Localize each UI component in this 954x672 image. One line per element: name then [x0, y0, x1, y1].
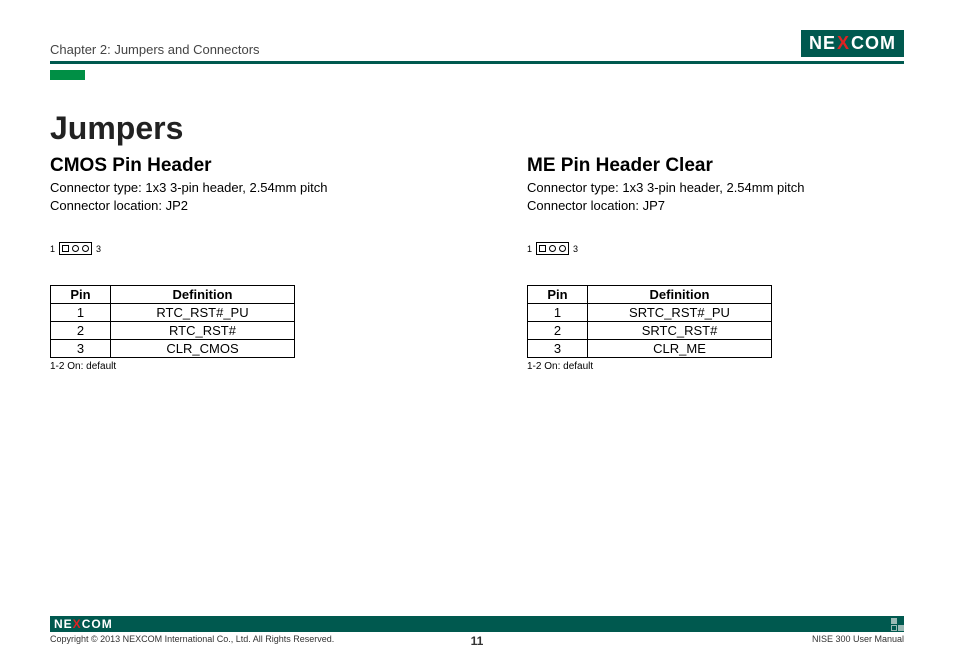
table-row: 1RTC_RST#_PU: [51, 304, 295, 322]
table-row: 2SRTC_RST#: [528, 322, 772, 340]
footer-bar: NEXCOM: [50, 616, 904, 632]
pin-square-icon: [62, 245, 69, 252]
pin-circle-icon: [559, 245, 566, 252]
me-heading: ME Pin Header Clear: [527, 155, 904, 177]
table-header-row: Pin Definition: [528, 286, 772, 304]
table-cell: RTC_RST#: [111, 322, 295, 340]
cmos-jumper-diagram: 1 3: [50, 242, 427, 255]
me-diagram-label-right: 3: [573, 244, 578, 254]
cmos-table: Pin Definition 1RTC_RST#_PU 2RTC_RST# 3C…: [50, 285, 295, 358]
table-cell: 3: [528, 340, 588, 358]
table-cell: RTC_RST#_PU: [111, 304, 295, 322]
chapter-title: Chapter 2: Jumpers and Connectors: [50, 42, 260, 57]
table-header-pin: Pin: [528, 286, 588, 304]
table-row: 3CLR_ME: [528, 340, 772, 358]
content-columns: CMOS Pin Header Connector type: 1x3 3-pi…: [50, 155, 904, 372]
page-title: Jumpers: [50, 110, 904, 147]
table-cell: CLR_ME: [588, 340, 772, 358]
jumper-box-icon: [59, 242, 92, 255]
manual-name: NISE 300 User Manual: [812, 634, 904, 644]
right-column: ME Pin Header Clear Connector type: 1x3 …: [527, 155, 904, 372]
footer-decoration-icon: [891, 618, 904, 631]
logo-text-prefix: NE: [809, 33, 836, 54]
me-spec-line1: Connector type: 1x3 3-pin header, 2.54mm…: [527, 179, 904, 197]
table-cell: 2: [51, 322, 111, 340]
logo-text-suffix: COM: [851, 33, 896, 54]
table-header-pin: Pin: [51, 286, 111, 304]
logo-text-prefix: NE: [54, 617, 73, 631]
page-number: 11: [471, 634, 484, 648]
cmos-diagram-label-left: 1: [50, 244, 55, 254]
page-header: Chapter 2: Jumpers and Connectors NEXCOM: [50, 30, 904, 64]
table-cell: SRTC_RST#_PU: [588, 304, 772, 322]
me-diagram-label-left: 1: [527, 244, 532, 254]
me-jumper-diagram: 1 3: [527, 242, 904, 255]
table-cell: 1: [528, 304, 588, 322]
pin-square-icon: [539, 245, 546, 252]
copyright-text: Copyright © 2013 NEXCOM International Co…: [50, 634, 334, 644]
table-row: 2RTC_RST#: [51, 322, 295, 340]
table-row: 1SRTC_RST#_PU: [528, 304, 772, 322]
me-table: Pin Definition 1SRTC_RST#_PU 2SRTC_RST# …: [527, 285, 772, 358]
cmos-spec-line1: Connector type: 1x3 3-pin header, 2.54mm…: [50, 179, 427, 197]
table-cell: 3: [51, 340, 111, 358]
table-cell: 2: [528, 322, 588, 340]
table-cell: 1: [51, 304, 111, 322]
logo-text-suffix: COM: [82, 617, 113, 631]
logo-top: NEXCOM: [801, 30, 904, 57]
pin-circle-icon: [549, 245, 556, 252]
table-header-row: Pin Definition: [51, 286, 295, 304]
logo-bottom: NEXCOM: [50, 617, 113, 631]
green-tab-decoration: [50, 70, 85, 80]
table-cell: CLR_CMOS: [111, 340, 295, 358]
table-header-def: Definition: [111, 286, 295, 304]
table-header-def: Definition: [588, 286, 772, 304]
table-row: 3CLR_CMOS: [51, 340, 295, 358]
jumper-box-icon: [536, 242, 569, 255]
left-column: CMOS Pin Header Connector type: 1x3 3-pi…: [50, 155, 427, 372]
me-spec-line2: Connector location: JP7: [527, 197, 904, 215]
cmos-heading: CMOS Pin Header: [50, 155, 427, 177]
page-footer: NEXCOM Copyright © 2013 NEXCOM Internati…: [50, 616, 904, 644]
me-spec: Connector type: 1x3 3-pin header, 2.54mm…: [527, 179, 904, 214]
cmos-diagram-label-right: 3: [96, 244, 101, 254]
cmos-note: 1-2 On: default: [50, 361, 427, 372]
footer-sub: Copyright © 2013 NEXCOM International Co…: [50, 634, 904, 644]
cmos-spec: Connector type: 1x3 3-pin header, 2.54mm…: [50, 179, 427, 214]
logo-text-x: X: [837, 33, 850, 54]
pin-circle-icon: [72, 245, 79, 252]
logo-text-x: X: [73, 617, 82, 631]
cmos-spec-line2: Connector location: JP2: [50, 197, 427, 215]
pin-circle-icon: [82, 245, 89, 252]
table-cell: SRTC_RST#: [588, 322, 772, 340]
me-note: 1-2 On: default: [527, 361, 904, 372]
